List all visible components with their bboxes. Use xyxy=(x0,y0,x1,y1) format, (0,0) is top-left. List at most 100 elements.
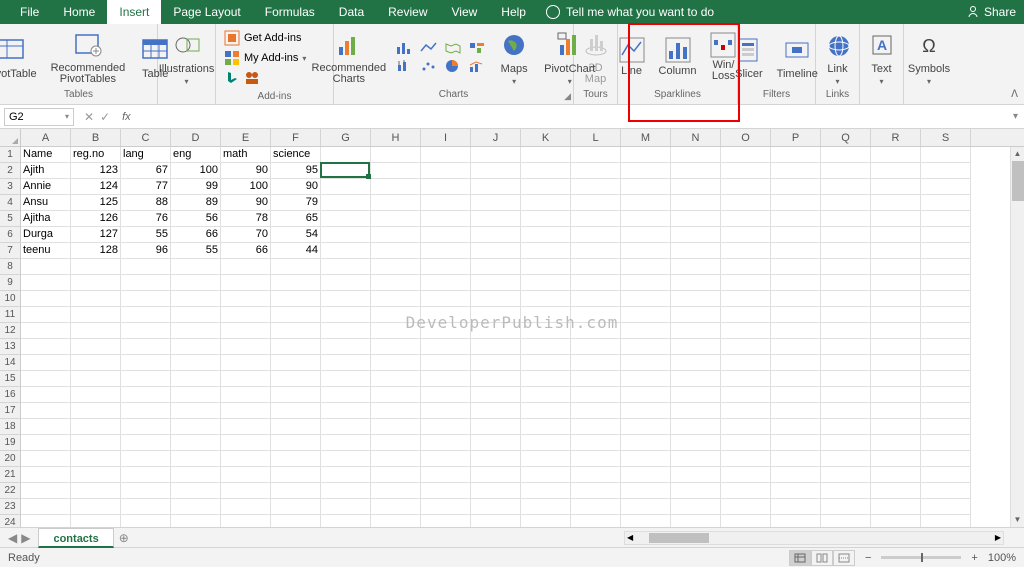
cell[interactable] xyxy=(221,371,271,387)
cell[interactable] xyxy=(671,371,721,387)
cell[interactable] xyxy=(871,275,921,291)
cell[interactable]: Ansu xyxy=(21,195,71,211)
cell[interactable] xyxy=(421,483,471,499)
cell[interactable]: Name xyxy=(21,147,71,163)
cell[interactable] xyxy=(421,355,471,371)
column-header[interactable]: L xyxy=(571,129,621,146)
cell[interactable] xyxy=(821,307,871,323)
cell[interactable] xyxy=(721,467,771,483)
cell[interactable] xyxy=(771,403,821,419)
cell[interactable] xyxy=(421,515,471,527)
cell[interactable] xyxy=(571,339,621,355)
cell[interactable] xyxy=(721,355,771,371)
row-header[interactable]: 17 xyxy=(0,403,21,419)
vscroll-thumb[interactable] xyxy=(1012,161,1024,201)
cell[interactable] xyxy=(21,435,71,451)
cell[interactable] xyxy=(471,483,521,499)
cell[interactable] xyxy=(221,499,271,515)
sheet-tab-contacts[interactable]: contacts xyxy=(38,528,113,548)
cell[interactable] xyxy=(121,483,171,499)
collapse-ribbon-button[interactable]: ᐱ xyxy=(1011,89,1018,100)
cell[interactable] xyxy=(821,211,871,227)
cell[interactable] xyxy=(321,259,371,275)
enter-formula-icon[interactable]: ✓ xyxy=(100,110,110,124)
cell[interactable] xyxy=(471,403,521,419)
cell[interactable] xyxy=(921,195,971,211)
cell[interactable] xyxy=(621,323,671,339)
cell[interactable] xyxy=(421,467,471,483)
cell[interactable]: 95 xyxy=(271,163,321,179)
cell[interactable] xyxy=(621,387,671,403)
cell[interactable] xyxy=(71,435,121,451)
cell[interactable] xyxy=(871,371,921,387)
cell[interactable] xyxy=(321,483,371,499)
cell[interactable] xyxy=(721,499,771,515)
cell[interactable] xyxy=(471,467,521,483)
cell[interactable] xyxy=(671,179,721,195)
cell[interactable] xyxy=(871,259,921,275)
row-header[interactable]: 4 xyxy=(0,195,21,211)
cell[interactable]: 79 xyxy=(271,195,321,211)
cell[interactable] xyxy=(471,195,521,211)
cell[interactable] xyxy=(871,307,921,323)
cell[interactable] xyxy=(571,275,621,291)
tab-home[interactable]: Home xyxy=(51,0,107,24)
cell[interactable] xyxy=(571,419,621,435)
symbols-button[interactable]: Ω Symbols ▾ xyxy=(904,27,954,88)
cell[interactable] xyxy=(721,163,771,179)
cell[interactable] xyxy=(821,419,871,435)
cell[interactable] xyxy=(521,371,571,387)
cell[interactable] xyxy=(821,147,871,163)
sparkline-column-button[interactable]: Column xyxy=(655,35,701,79)
cell[interactable] xyxy=(521,435,571,451)
row-header[interactable]: 19 xyxy=(0,435,21,451)
cell[interactable] xyxy=(271,323,321,339)
cell[interactable] xyxy=(921,339,971,355)
cell[interactable] xyxy=(821,323,871,339)
share-button[interactable]: Share xyxy=(966,5,1016,19)
cell[interactable] xyxy=(71,291,121,307)
cell[interactable] xyxy=(871,467,921,483)
cell[interactable] xyxy=(671,195,721,211)
cell[interactable] xyxy=(221,275,271,291)
cell[interactable] xyxy=(271,483,321,499)
cell[interactable] xyxy=(321,163,371,179)
cell[interactable] xyxy=(321,291,371,307)
cell[interactable]: 90 xyxy=(271,179,321,195)
cell[interactable] xyxy=(121,419,171,435)
cell[interactable]: Ajith xyxy=(21,163,71,179)
cell[interactable] xyxy=(771,195,821,211)
cells-area[interactable]: Namereg.nolangengmathscienceAjith1236710… xyxy=(21,147,971,527)
cell[interactable] xyxy=(571,403,621,419)
cell[interactable] xyxy=(771,435,821,451)
cell[interactable]: lang xyxy=(121,147,171,163)
cell[interactable] xyxy=(271,435,321,451)
cell[interactable] xyxy=(371,291,421,307)
cell[interactable] xyxy=(521,195,571,211)
row-header[interactable]: 7 xyxy=(0,243,21,259)
cell[interactable] xyxy=(771,147,821,163)
cancel-formula-icon[interactable]: ✕ xyxy=(84,110,94,124)
cell[interactable] xyxy=(321,179,371,195)
cell[interactable] xyxy=(821,291,871,307)
cell[interactable] xyxy=(771,355,821,371)
cell[interactable] xyxy=(171,371,221,387)
cell[interactable] xyxy=(171,515,221,527)
cell[interactable]: 54 xyxy=(271,227,321,243)
cell[interactable]: 65 xyxy=(271,211,321,227)
cell[interactable] xyxy=(221,355,271,371)
cell[interactable] xyxy=(471,371,521,387)
cell[interactable]: 66 xyxy=(171,227,221,243)
cell[interactable] xyxy=(871,515,921,527)
cell[interactable] xyxy=(571,243,621,259)
cell[interactable] xyxy=(271,275,321,291)
cell[interactable] xyxy=(321,355,371,371)
cell[interactable]: eng xyxy=(171,147,221,163)
row-header[interactable]: 3 xyxy=(0,179,21,195)
sparkline-line-button[interactable]: Line xyxy=(615,35,649,79)
cell[interactable]: 125 xyxy=(71,195,121,211)
hscroll-left[interactable]: ◀ xyxy=(625,533,635,542)
cell[interactable] xyxy=(471,147,521,163)
cell[interactable] xyxy=(521,275,571,291)
tab-insert[interactable]: Insert xyxy=(107,0,161,24)
